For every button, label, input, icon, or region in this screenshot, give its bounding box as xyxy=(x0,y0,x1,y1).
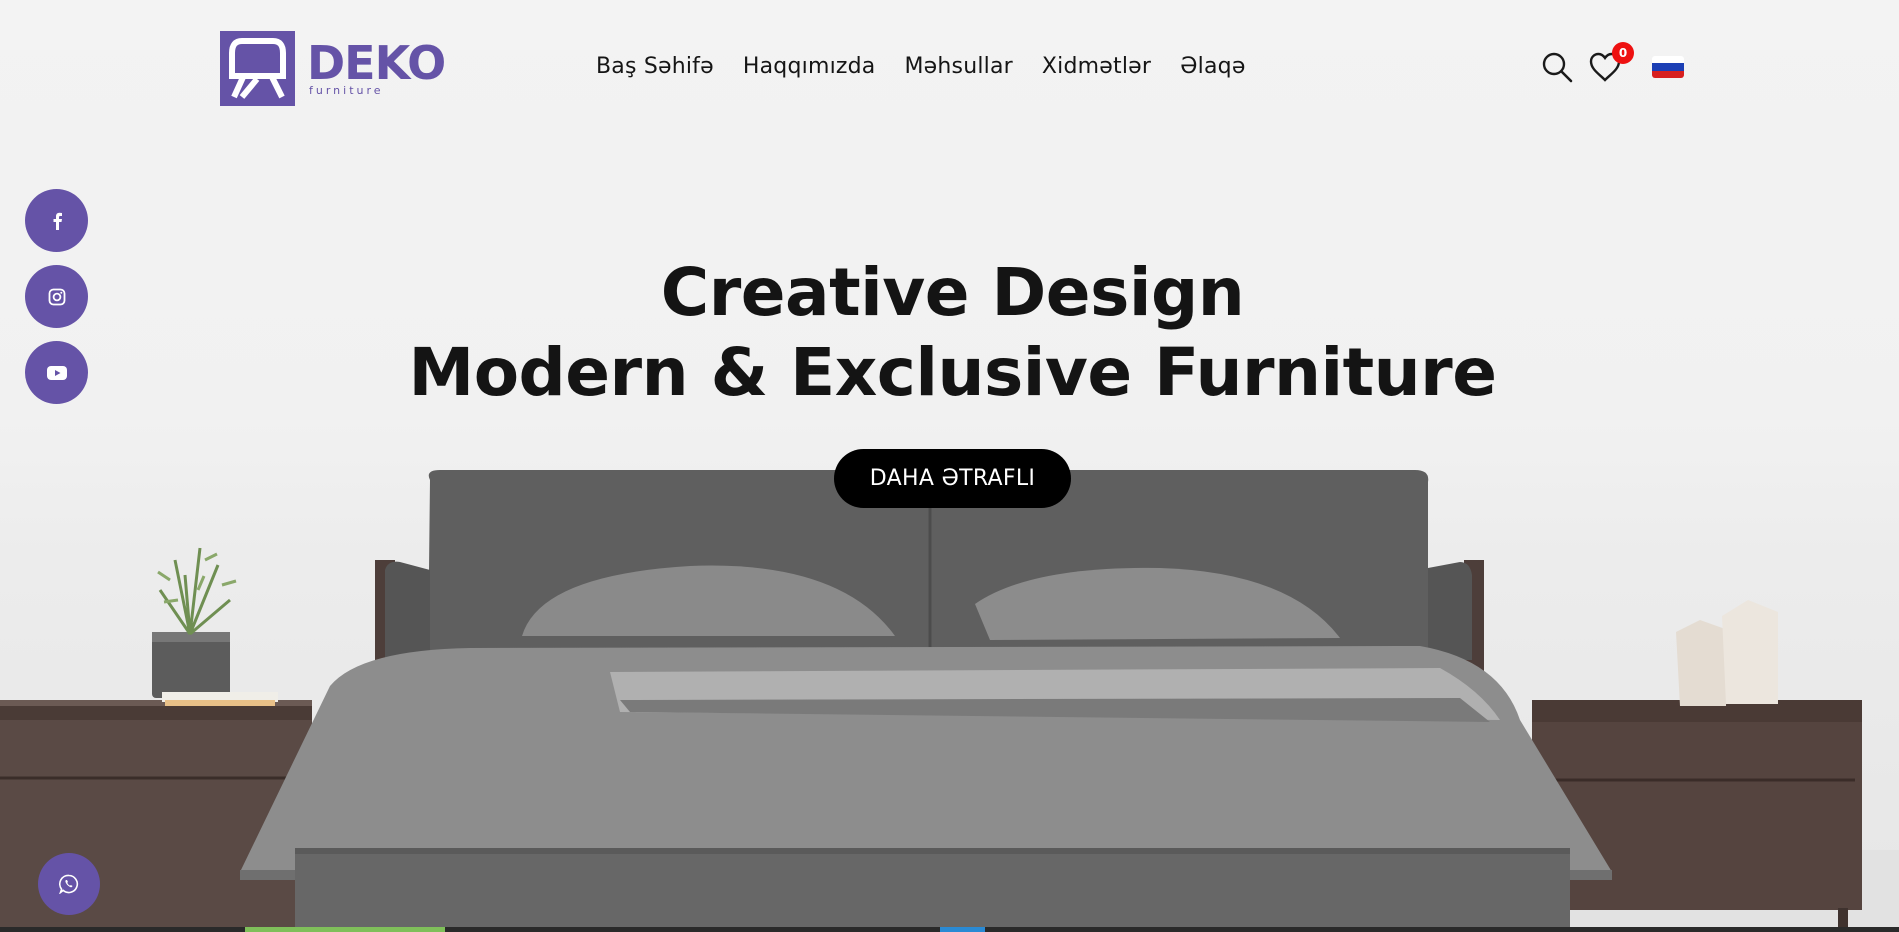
facebook-button[interactable] xyxy=(25,189,88,252)
wishlist-button[interactable]: 0 xyxy=(1588,42,1634,84)
ru-flag-icon[interactable] xyxy=(1652,56,1684,78)
nav-item-home[interactable]: Baş Səhifə xyxy=(596,54,714,79)
whatsapp-button[interactable] xyxy=(38,853,100,915)
nav-item-about[interactable]: Haqqımızda xyxy=(743,54,876,79)
bottom-strip xyxy=(0,927,1899,932)
nav-item-services[interactable]: Xidmətlər xyxy=(1042,54,1151,79)
learn-more-button[interactable]: DAHA ƏTRAFLI xyxy=(834,449,1071,508)
wishlist-count-badge: 0 xyxy=(1612,42,1634,64)
logo-mark-icon xyxy=(220,31,295,106)
nav-item-contact[interactable]: Əlaqə xyxy=(1180,54,1245,79)
whatsapp-icon xyxy=(59,874,79,894)
facebook-icon xyxy=(53,212,62,230)
search-button[interactable] xyxy=(1540,50,1574,84)
hero-title-line1: Creative Design xyxy=(660,254,1245,331)
logo-tagline: furniture xyxy=(309,83,384,97)
hero-title: Creative Design Modern & Exclusive Furni… xyxy=(0,253,1899,413)
nav-item-products[interactable]: Məhsullar xyxy=(904,54,1012,79)
logo[interactable]: DEKO furniture xyxy=(220,31,446,106)
hero-title-line2: Modern & Exclusive Furniture xyxy=(408,334,1497,411)
main-nav: Baş Səhifə Haqqımızda Məhsullar Xidmətlə… xyxy=(596,54,1246,79)
logo-name: DEKO xyxy=(307,35,446,90)
search-icon xyxy=(1542,52,1573,83)
right-nightstand xyxy=(1532,700,1862,928)
plant xyxy=(152,547,237,698)
header-actions: 0 xyxy=(1540,42,1684,84)
